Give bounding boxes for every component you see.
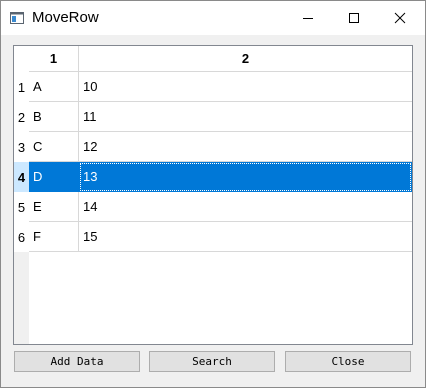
table-cell[interactable]: F: [29, 222, 79, 252]
minimize-button[interactable]: [285, 1, 331, 35]
main-window: MoveRow 1 2 1 A 10 2 B 11 3 C 12 4 D 13 …: [0, 0, 426, 388]
table-cell[interactable]: C: [29, 132, 79, 162]
title-bar[interactable]: MoveRow: [1, 1, 425, 35]
table-row[interactable]: 6 F 15: [14, 222, 412, 252]
close-window-button[interactable]: [377, 1, 423, 35]
table-corner-button[interactable]: [14, 46, 29, 72]
maximize-button[interactable]: [331, 1, 377, 35]
table-cell[interactable]: 14: [79, 192, 412, 222]
table-row[interactable]: 5 E 14: [14, 192, 412, 222]
row-header[interactable]: 4: [14, 162, 29, 192]
search-button[interactable]: Search: [149, 351, 275, 372]
row-header[interactable]: 6: [14, 222, 29, 252]
table-cell[interactable]: 15: [79, 222, 412, 252]
data-table[interactable]: 1 2 1 A 10 2 B 11 3 C 12 4 D 13 5 E 14 6…: [13, 45, 413, 345]
row-header[interactable]: 5: [14, 192, 29, 222]
table-row-selected[interactable]: 4 D 13: [14, 162, 412, 192]
table-cell[interactable]: 11: [79, 102, 412, 132]
table-cell[interactable]: A: [29, 72, 79, 102]
close-button[interactable]: Close: [285, 351, 411, 372]
table-cell[interactable]: B: [29, 102, 79, 132]
window-icon: [9, 10, 25, 26]
column-header-2[interactable]: 2: [79, 46, 412, 72]
row-header[interactable]: 2: [14, 102, 29, 132]
table-row[interactable]: 1 A 10: [14, 72, 412, 102]
window-title: MoveRow: [32, 9, 99, 26]
row-header[interactable]: 3: [14, 132, 29, 162]
table-cell[interactable]: 13: [79, 162, 412, 192]
maximize-icon: [349, 13, 359, 23]
minimize-icon: [303, 18, 313, 19]
close-icon: [394, 12, 406, 24]
row-header[interactable]: 1: [14, 72, 29, 102]
add-data-button[interactable]: Add Data: [14, 351, 140, 372]
column-header-1[interactable]: 1: [29, 46, 79, 72]
table-cell[interactable]: 12: [79, 132, 412, 162]
table-row[interactable]: 3 C 12: [14, 132, 412, 162]
table-cell[interactable]: 10: [79, 72, 412, 102]
table-empty-area: [29, 252, 412, 344]
table-cell[interactable]: E: [29, 192, 79, 222]
table-cell[interactable]: D: [29, 162, 79, 192]
table-row[interactable]: 2 B 11: [14, 102, 412, 132]
